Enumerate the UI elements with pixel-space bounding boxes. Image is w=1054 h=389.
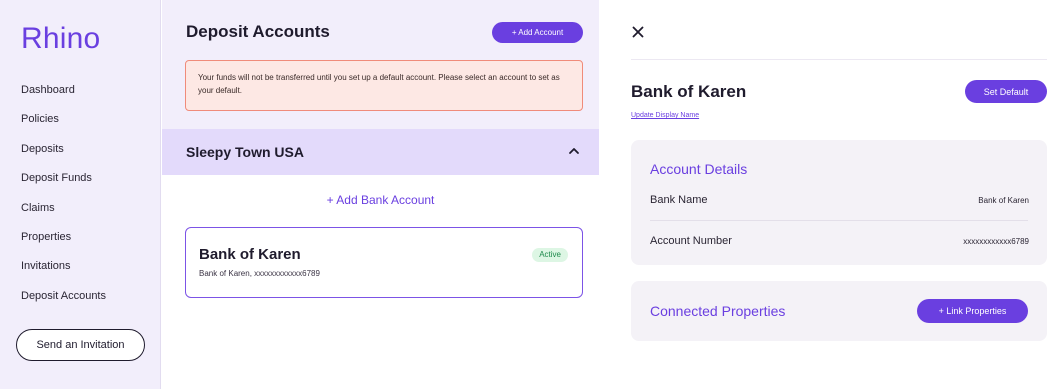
drawer-divider bbox=[631, 59, 1047, 60]
sidebar-item-dashboard[interactable]: Dashboard bbox=[21, 82, 106, 111]
sidebar-item-policies[interactable]: Policies bbox=[21, 111, 106, 140]
default-account-alert: Your funds will not be transferred until… bbox=[185, 60, 583, 111]
sidebar-item-claims[interactable]: Claims bbox=[21, 200, 106, 229]
send-invitation-button[interactable]: Send an Invitation bbox=[16, 329, 145, 361]
page-title: Deposit Accounts bbox=[186, 22, 330, 41]
sidebar-item-deposits[interactable]: Deposits bbox=[21, 141, 106, 170]
account-detail-drawer: Bank of Karen Set Default Update Display… bbox=[600, 0, 1054, 389]
set-default-button[interactable]: Set Default bbox=[965, 80, 1047, 103]
account-number-label: Account Number bbox=[650, 235, 732, 247]
sidebar: Rhino Dashboard Policies Deposits Deposi… bbox=[0, 0, 161, 389]
update-display-name-link[interactable]: Update Display Name bbox=[631, 112, 699, 119]
property-group-header[interactable]: Sleepy Town USA bbox=[162, 129, 599, 175]
connected-properties-heading: Connected Properties bbox=[650, 303, 786, 319]
account-details-card: Account Details Bank Name Bank of Karen … bbox=[631, 140, 1047, 265]
chevron-up-icon[interactable] bbox=[567, 144, 581, 158]
add-bank-account-link[interactable]: + Add Bank Account bbox=[162, 193, 599, 207]
bank-name-value: Bank of Karen bbox=[978, 196, 1029, 205]
drawer-title: Bank of Karen bbox=[631, 82, 747, 101]
deposit-accounts-panel: Deposit Accounts + Add Account Your fund… bbox=[162, 0, 599, 389]
property-group-body: + Add Bank Account Bank of Karen Bank of… bbox=[162, 175, 599, 389]
logo: Rhino bbox=[21, 22, 101, 55]
sidebar-item-properties[interactable]: Properties bbox=[21, 229, 106, 258]
row-divider bbox=[650, 220, 1028, 221]
property-group-title: Sleepy Town USA bbox=[186, 144, 304, 160]
bank-card-name: Bank of Karen bbox=[199, 246, 301, 263]
bank-card-subtitle: Bank of Karen, xxxxxxxxxxxx6789 bbox=[199, 269, 320, 278]
close-icon[interactable] bbox=[632, 26, 644, 38]
link-properties-button[interactable]: + Link Properties bbox=[917, 299, 1028, 323]
sidebar-nav: Dashboard Policies Deposits Deposit Fund… bbox=[21, 82, 106, 317]
status-badge: Active bbox=[532, 248, 568, 262]
bank-name-label: Bank Name bbox=[650, 194, 708, 206]
sidebar-item-deposit-accounts[interactable]: Deposit Accounts bbox=[21, 288, 106, 317]
bank-account-card[interactable]: Bank of Karen Bank of Karen, xxxxxxxxxxx… bbox=[185, 227, 583, 298]
add-account-button[interactable]: + Add Account bbox=[492, 22, 583, 43]
connected-properties-card: Connected Properties + Link Properties bbox=[631, 281, 1047, 341]
sidebar-item-deposit-funds[interactable]: Deposit Funds bbox=[21, 170, 106, 199]
sidebar-item-invitations[interactable]: Invitations bbox=[21, 258, 106, 287]
account-number-value: xxxxxxxxxxxx6789 bbox=[963, 237, 1029, 246]
account-details-heading: Account Details bbox=[650, 161, 748, 177]
